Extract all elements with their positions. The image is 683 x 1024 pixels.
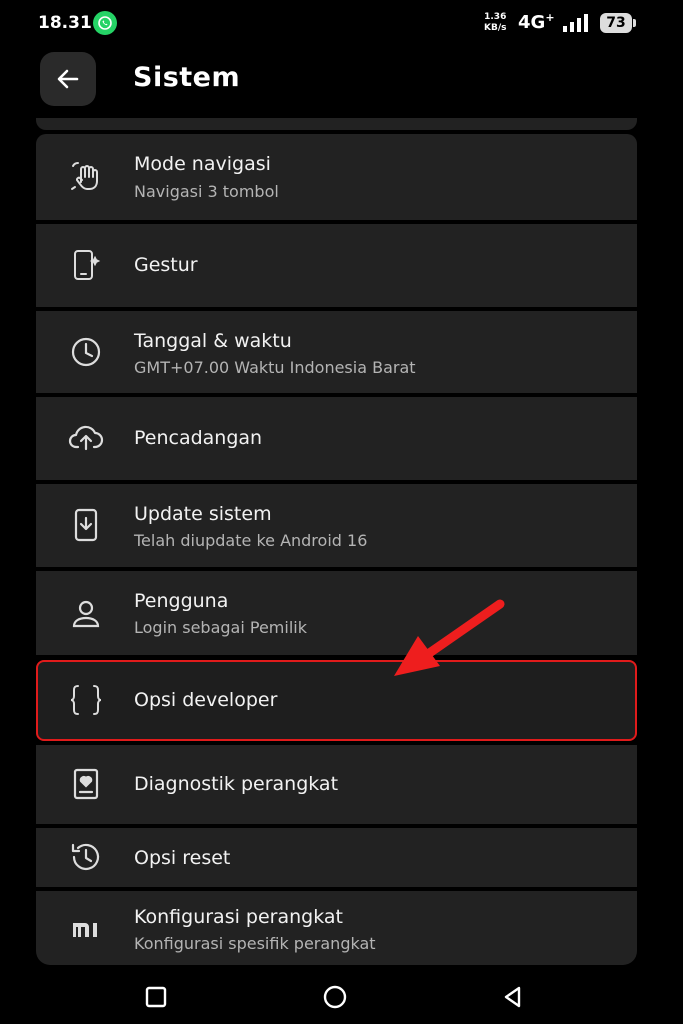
item-title: Opsi developer xyxy=(134,689,278,711)
item-diagnostik-perangkat[interactable]: Diagnostik perangkat xyxy=(36,745,637,824)
arrow-back-icon xyxy=(57,69,79,89)
home-circle-icon xyxy=(323,985,347,1009)
item-subtitle: Login sebagai Pemilik xyxy=(134,618,307,637)
speed-value: 1.36 xyxy=(484,12,507,22)
item-title: Mode navigasi xyxy=(134,153,271,175)
item-title: Gestur xyxy=(134,254,198,276)
item-title: Tanggal & waktu xyxy=(134,330,292,352)
whatsapp-icon xyxy=(93,11,117,35)
recents-button[interactable] xyxy=(143,984,169,1010)
item-opsi-reset[interactable]: Opsi reset xyxy=(36,828,637,887)
system-navigation-bar xyxy=(0,968,683,1024)
item-pengguna[interactable]: Pengguna Login sebagai Pemilik xyxy=(36,571,637,655)
status-time: 18.31 xyxy=(38,13,92,33)
item-subtitle: Navigasi 3 tombol xyxy=(134,182,279,201)
item-subtitle: Telah diupdate ke Android 16 xyxy=(134,531,368,550)
item-title: Update sistem xyxy=(134,503,272,525)
cloud-upload-icon xyxy=(68,419,104,455)
item-tanggal-waktu[interactable]: Tanggal & waktu GMT+07.00 Waktu Indonesi… xyxy=(36,311,637,393)
item-title: Opsi reset xyxy=(134,847,231,869)
item-subtitle: Konfigurasi spesifik perangkat xyxy=(134,934,376,953)
item-title: Pencadangan xyxy=(134,427,263,449)
item-konfigurasi-perangkat[interactable]: Konfigurasi perangkat Konfigurasi spesif… xyxy=(36,891,637,965)
gesture-hand-icon xyxy=(68,159,104,195)
item-title: Diagnostik perangkat xyxy=(134,773,339,795)
person-icon xyxy=(68,596,104,632)
item-mode-navigasi[interactable]: Mode navigasi Navigasi 3 tombol xyxy=(36,134,637,220)
recents-square-icon xyxy=(145,986,167,1008)
battery-indicator: 73 xyxy=(600,13,636,33)
network-speed: 1.36 KB/s xyxy=(484,12,506,34)
diagnostics-icon xyxy=(68,766,104,802)
clock-icon xyxy=(68,334,104,370)
history-icon xyxy=(68,839,104,875)
status-bar: 18.31 1.36 KB/s 4G+ 73 xyxy=(0,0,683,48)
previous-item-edge xyxy=(36,118,637,130)
home-button[interactable] xyxy=(322,984,348,1010)
item-gestur[interactable]: Gestur xyxy=(36,224,637,307)
mi-logo-icon xyxy=(68,911,104,947)
network-label: 4G xyxy=(518,12,546,33)
item-opsi-developer[interactable]: Opsi developer xyxy=(36,660,637,741)
back-triangle-icon xyxy=(504,986,521,1008)
page-title: Sistem xyxy=(133,62,241,93)
red-arrow-annotation xyxy=(394,599,505,676)
item-title: Pengguna xyxy=(134,590,229,612)
phone-sparkle-icon xyxy=(68,247,104,283)
system-update-icon xyxy=(68,507,104,543)
braces-icon xyxy=(68,682,104,718)
speed-unit: KB/s xyxy=(484,23,507,33)
item-subtitle: GMT+07.00 Waktu Indonesia Barat xyxy=(134,358,416,377)
back-nav-button[interactable] xyxy=(500,984,526,1010)
item-title: Konfigurasi perangkat xyxy=(134,906,343,928)
network-type: 4G+ xyxy=(518,11,555,33)
network-sup: + xyxy=(545,11,555,24)
back-button[interactable] xyxy=(40,52,96,106)
signal-icon xyxy=(563,14,588,32)
item-pencadangan[interactable]: Pencadangan xyxy=(36,397,637,480)
item-update-sistem[interactable]: Update sistem Telah diupdate ke Android … xyxy=(36,484,637,567)
